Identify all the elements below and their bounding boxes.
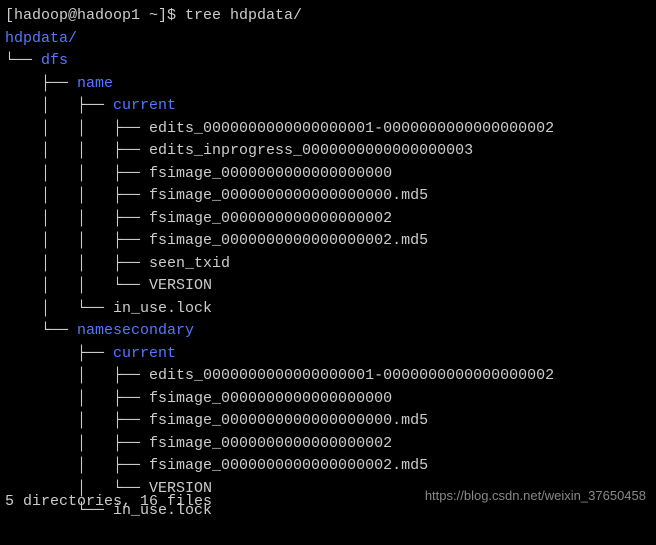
- tree-leaf: │ │ ├── seen_txid: [5, 253, 651, 276]
- prompt-line: [hadoop@hadoop1 ~]$ tree hdpdata/: [5, 5, 651, 28]
- tree-leaf: │ ├── fsimage_0000000000000000002.md5: [5, 455, 651, 478]
- tree-node: └── namesecondary: [5, 320, 651, 343]
- tree-leaf: │ ├── fsimage_0000000000000000002: [5, 433, 651, 456]
- tree-root: hdpdata/: [5, 28, 651, 51]
- tree-node: ├── name: [5, 73, 651, 96]
- tree-summary: 5 directories, 16 files: [5, 491, 212, 514]
- tree-leaf: │ ├── fsimage_0000000000000000000: [5, 388, 651, 411]
- tree-leaf: │ │ ├── fsimage_0000000000000000002.md5: [5, 230, 651, 253]
- tree-leaf: │ ├── edits_0000000000000000001-00000000…: [5, 365, 651, 388]
- tree-leaf: │ │ └── VERSION: [5, 275, 651, 298]
- watermark-text: https://blog.csdn.net/weixin_37650458: [425, 486, 646, 506]
- blank-line: [5, 523, 651, 545]
- tree-node: └── dfs: [5, 50, 651, 73]
- command-text: tree hdpdata/: [185, 7, 302, 24]
- shell-prompt: [hadoop@hadoop1 ~]$: [5, 7, 185, 24]
- tree-leaf: │ │ ├── fsimage_0000000000000000000.md5: [5, 185, 651, 208]
- tree-leaf: │ │ ├── edits_inprogress_000000000000000…: [5, 140, 651, 163]
- tree-node: │ ├── current: [5, 95, 651, 118]
- tree-leaf: │ ├── fsimage_0000000000000000000.md5: [5, 410, 651, 433]
- terminal-output: [hadoop@hadoop1 ~]$ tree hdpdata/ hdpdat…: [5, 5, 651, 545]
- tree-leaf: │ │ ├── fsimage_0000000000000000002: [5, 208, 651, 231]
- tree-leaf: │ └── in_use.lock: [5, 298, 651, 321]
- tree-node: ├── current: [5, 343, 651, 366]
- tree-leaf: │ │ ├── fsimage_0000000000000000000: [5, 163, 651, 186]
- tree-leaf: │ │ ├── edits_0000000000000000001-000000…: [5, 118, 651, 141]
